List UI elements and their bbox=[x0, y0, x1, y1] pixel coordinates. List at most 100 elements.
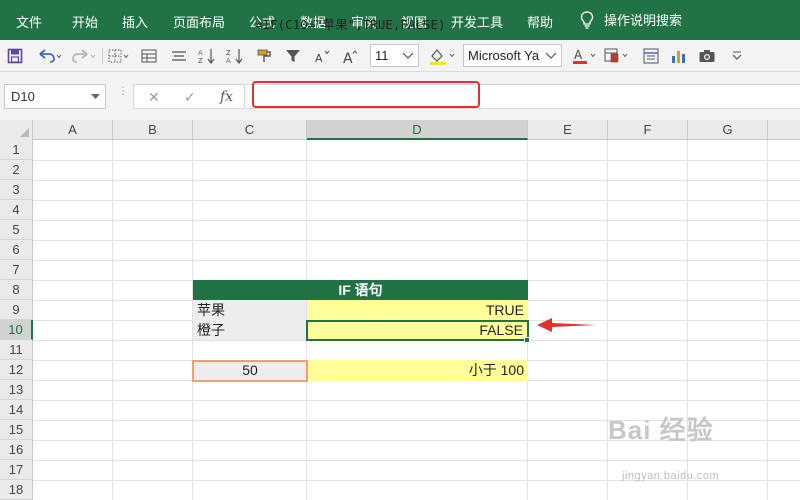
insert-function-icon[interactable]: fx bbox=[220, 89, 233, 105]
grid-line bbox=[33, 260, 800, 261]
tab-page-layout[interactable]: 页面布局 bbox=[173, 12, 225, 31]
cancel-icon[interactable]: ✕ bbox=[148, 89, 160, 106]
row-header-7[interactable]: 7 bbox=[0, 260, 33, 280]
camera-button[interactable] bbox=[696, 46, 718, 66]
font-name-select[interactable]: Microsoft Ya bbox=[463, 44, 562, 67]
grid-line bbox=[33, 180, 800, 181]
chevron-down-icon bbox=[732, 51, 742, 60]
format-painter-icon bbox=[257, 49, 271, 62]
cell-styles-icon bbox=[604, 48, 628, 63]
format-painter-button[interactable] bbox=[254, 46, 276, 66]
row-header-17[interactable]: 17 bbox=[0, 460, 33, 480]
grid-line bbox=[33, 220, 800, 221]
borders-button[interactable] bbox=[106, 46, 132, 66]
resize-handle-icon[interactable]: ⋮ bbox=[118, 87, 128, 97]
tell-me-search[interactable]: 操作说明搜索 bbox=[580, 10, 682, 29]
row-header-5[interactable]: 5 bbox=[0, 220, 33, 240]
svg-text:A: A bbox=[226, 57, 231, 65]
tell-me-label: 操作说明搜索 bbox=[604, 13, 683, 28]
select-all-button[interactable] bbox=[0, 120, 33, 140]
format-cells-button[interactable] bbox=[138, 46, 160, 66]
column-header-d[interactable]: D bbox=[307, 120, 528, 140]
svg-text:A: A bbox=[343, 51, 353, 64]
svg-text:Z: Z bbox=[198, 57, 203, 65]
sort-ascending-button[interactable]: AZ bbox=[196, 46, 218, 66]
row-header-13[interactable]: 13 bbox=[0, 380, 33, 400]
name-box[interactable]: D10 bbox=[4, 84, 106, 109]
row-header-16[interactable]: 16 bbox=[0, 440, 33, 460]
row-header-1[interactable]: 1 bbox=[0, 140, 33, 160]
table-format-button[interactable] bbox=[640, 46, 662, 66]
conditional-format-button[interactable] bbox=[602, 46, 632, 66]
row-header-14[interactable]: 14 bbox=[0, 400, 33, 420]
row-header-4[interactable]: 4 bbox=[0, 200, 33, 220]
row-header-2[interactable]: 2 bbox=[0, 160, 33, 180]
cell-d9[interactable]: TRUE bbox=[307, 300, 528, 320]
cell-c10[interactable]: 橙子 bbox=[193, 320, 306, 340]
tab-developer[interactable]: 开发工具 bbox=[451, 12, 503, 31]
align-lines-icon bbox=[172, 51, 186, 61]
row-header-3[interactable]: 3 bbox=[0, 180, 33, 200]
baidu-watermark: Bai 经验 bbox=[608, 415, 714, 445]
decrease-font-button[interactable]: A bbox=[312, 46, 334, 66]
tab-file[interactable]: 文件 bbox=[16, 12, 42, 31]
row-header-15[interactable]: 15 bbox=[0, 420, 33, 440]
column-header-f[interactable]: F bbox=[608, 120, 688, 140]
tab-insert[interactable]: 插入 bbox=[122, 12, 148, 31]
tab-home[interactable]: 开始 bbox=[72, 12, 98, 31]
customize-toolbar-button[interactable] bbox=[728, 46, 746, 66]
row-header-8[interactable]: 8 bbox=[0, 280, 33, 300]
sort-descending-button[interactable]: ZA bbox=[224, 46, 246, 66]
formula-buttons: ✕ ✓ fx bbox=[133, 84, 245, 109]
filter-button[interactable] bbox=[282, 46, 304, 66]
cell-d12[interactable]: 小于 100 bbox=[308, 360, 528, 381]
cell-d10-selected[interactable]: FALSE bbox=[306, 320, 529, 341]
cell-c12[interactable]: 50 bbox=[192, 360, 308, 382]
chevron-down-icon bbox=[91, 94, 100, 99]
font-size-increase-icon: A bbox=[343, 50, 358, 64]
grid-line bbox=[33, 400, 800, 401]
lightbulb-icon bbox=[580, 10, 594, 29]
grid-line bbox=[33, 460, 800, 461]
cell-c9[interactable]: 苹果 bbox=[193, 300, 306, 320]
row-header-11[interactable]: 11 bbox=[0, 340, 33, 360]
insert-chart-button[interactable] bbox=[668, 46, 690, 66]
column-header-a[interactable]: A bbox=[33, 120, 113, 140]
name-box-value: D10 bbox=[11, 89, 35, 104]
table-format-icon bbox=[643, 48, 659, 64]
format-cells-icon bbox=[141, 49, 157, 63]
formula-text: =IF(C10="苹果",TRUE,FALSE) bbox=[255, 17, 446, 32]
redo-button[interactable] bbox=[70, 46, 98, 66]
grid-line bbox=[33, 200, 800, 201]
increase-font-button[interactable]: A bbox=[340, 46, 362, 66]
save-icon bbox=[7, 48, 23, 64]
row-header-6[interactable]: 6 bbox=[0, 240, 33, 260]
fill-color-button[interactable] bbox=[426, 46, 458, 66]
column-header-e[interactable]: E bbox=[528, 120, 608, 140]
fill-handle[interactable] bbox=[524, 337, 530, 343]
grid-line bbox=[33, 240, 800, 241]
undo-button[interactable] bbox=[34, 46, 64, 66]
font-name-value: Microsoft Ya bbox=[468, 48, 540, 63]
row-header-10[interactable]: 10 bbox=[0, 320, 33, 340]
row-header-9[interactable]: 9 bbox=[0, 300, 33, 320]
font-size-value: 11 bbox=[375, 48, 389, 63]
save-button[interactable] bbox=[6, 46, 24, 66]
row-header-18[interactable]: 18 bbox=[0, 480, 33, 500]
sort-az-icon: AZ bbox=[198, 49, 215, 65]
tab-help[interactable]: 帮助 bbox=[527, 12, 553, 31]
column-header-b[interactable]: B bbox=[113, 120, 193, 140]
cell-c8-title[interactable]: IF 语句 bbox=[193, 280, 528, 300]
align-button[interactable] bbox=[168, 46, 190, 66]
sort-za-icon: ZA bbox=[226, 49, 243, 65]
filter-icon bbox=[286, 50, 300, 62]
svg-text:A: A bbox=[315, 52, 323, 64]
column-header-g[interactable]: G bbox=[688, 120, 768, 140]
red-arrow-icon bbox=[537, 318, 596, 332]
column-header-c[interactable]: C bbox=[193, 120, 307, 140]
row-header-12[interactable]: 12 bbox=[0, 360, 33, 380]
confirm-icon[interactable]: ✓ bbox=[184, 89, 196, 106]
font-color-button[interactable]: A bbox=[570, 46, 600, 66]
font-size-select[interactable]: 11 bbox=[370, 44, 419, 67]
grid-line bbox=[33, 160, 800, 161]
